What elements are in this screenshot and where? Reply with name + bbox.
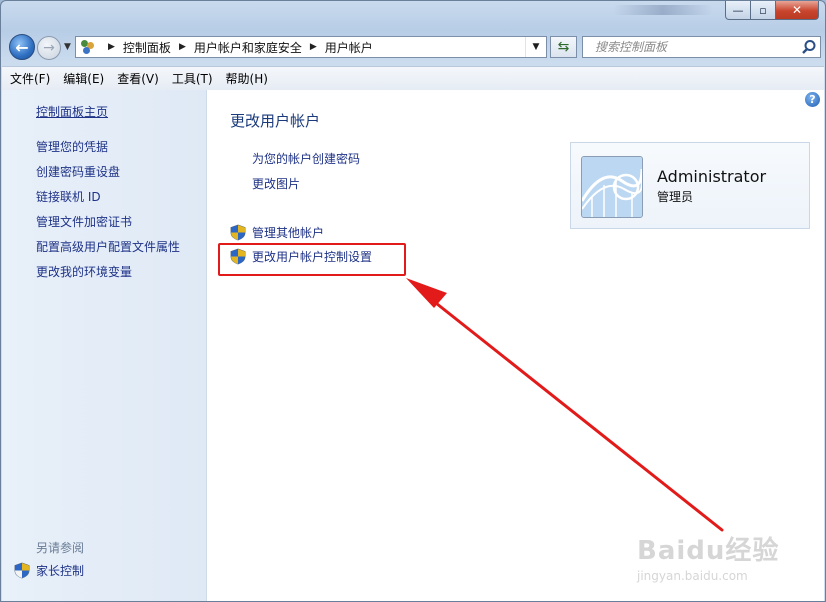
navigation-bar: ← → ▼ ▶ 控制面板 ▶ 用户帐户和家庭安全 ▶ 用户帐户 ▼ ⇆ xyxy=(7,33,821,61)
rollercoaster-picture-icon xyxy=(582,157,642,217)
forward-button[interactable]: → xyxy=(37,36,61,60)
breadcrumb-chevron-icon[interactable]: ▶ xyxy=(179,42,186,52)
user-avatar[interactable] xyxy=(581,156,643,218)
uac-shield-icon xyxy=(230,224,246,241)
baidu-watermark: Baidu经验 jingyan.baidu.com xyxy=(637,530,779,583)
control-panel-home-link[interactable]: 控制面板主页 xyxy=(36,103,108,120)
menu-view[interactable]: 查看(V) xyxy=(117,70,159,87)
parental-controls-label[interactable]: 家长控制 xyxy=(36,562,84,579)
minimize-button[interactable]: — xyxy=(725,1,751,20)
maximize-button[interactable]: ▫ xyxy=(751,1,776,20)
manage-encryption-certs-link[interactable]: 管理文件加密证书 xyxy=(36,213,132,230)
manage-other-accounts-link[interactable]: 管理其他帐户 xyxy=(230,224,324,241)
manage-credentials-link[interactable]: 管理您的凭据 xyxy=(36,138,108,155)
users-icon xyxy=(80,39,96,55)
create-reset-disk-link[interactable]: 创建密码重设盘 xyxy=(36,163,120,180)
breadcrumb-chevron-icon[interactable]: ▶ xyxy=(108,42,115,52)
help-icon[interactable]: ? xyxy=(805,92,820,107)
create-password-link[interactable]: 为您的帐户创建密码 xyxy=(252,150,360,167)
manage-other-accounts-label[interactable]: 管理其他帐户 xyxy=(252,224,324,241)
user-account-card: Administrator 管理员 xyxy=(570,142,810,229)
close-button[interactable]: ✕ xyxy=(776,1,819,20)
address-bar[interactable]: ▶ 控制面板 ▶ 用户帐户和家庭安全 ▶ 用户帐户 ▼ xyxy=(75,36,547,58)
search-icon[interactable] xyxy=(801,39,817,55)
breadcrumb-control-panel[interactable]: 控制面板 xyxy=(123,39,171,56)
breadcrumb-user-accounts[interactable]: 用户帐户 xyxy=(325,39,373,56)
parental-controls-link[interactable]: 家长控制 xyxy=(14,562,84,579)
title-blur xyxy=(613,5,713,15)
change-picture-link[interactable]: 更改图片 xyxy=(252,175,300,192)
breadcrumb-chevron-icon[interactable]: ▶ xyxy=(310,42,317,52)
uac-shield-icon xyxy=(14,562,30,579)
environment-variables-link[interactable]: 更改我的环境变量 xyxy=(36,263,132,280)
address-dropdown-icon[interactable]: ▼ xyxy=(525,37,546,57)
menu-help[interactable]: 帮助(H) xyxy=(226,70,268,87)
page-title: 更改用户帐户 xyxy=(230,112,321,130)
search-input[interactable] xyxy=(593,39,797,55)
explorer-window: — ▫ ✕ ← → ▼ ▶ 控制面板 ▶ 用户帐户和家庭安全 ▶ 用户帐户 ▼ … xyxy=(0,0,826,602)
task-pane: 控制面板主页 管理您的凭据 创建密码重设盘 链接联机 ID 管理文件加密证书 配… xyxy=(2,90,207,601)
refresh-button[interactable]: ⇆ xyxy=(550,36,577,58)
see-also-heading: 另请参阅 xyxy=(36,541,85,555)
link-online-id-link[interactable]: 链接联机 ID xyxy=(36,188,101,205)
breadcrumb-user-accounts-family[interactable]: 用户帐户和家庭安全 xyxy=(194,39,302,56)
user-role: 管理员 xyxy=(657,190,694,204)
recent-pages-dropdown-icon[interactable]: ▼ xyxy=(64,42,71,52)
menu-file[interactable]: 文件(F) xyxy=(10,70,50,87)
menu-bar: 文件(F) 编辑(E) 查看(V) 工具(T) 帮助(H) xyxy=(2,66,824,91)
main-content: ? 更改用户帐户 为您的帐户创建密码 更改图片 管理其他帐户 更改用户帐户控制设… xyxy=(207,90,824,601)
watermark-logo: Baidu经验 xyxy=(637,536,780,566)
menu-tools[interactable]: 工具(T) xyxy=(172,70,213,87)
caption-buttons: — ▫ ✕ xyxy=(725,1,819,21)
advanced-profile-properties-link[interactable]: 配置高级用户配置文件属性 xyxy=(36,238,180,255)
back-button[interactable]: ← xyxy=(9,34,35,60)
search-box[interactable] xyxy=(582,36,821,58)
watermark-url: jingyan.baidu.com xyxy=(637,569,748,583)
user-name: Administrator xyxy=(657,167,767,186)
highlight-box xyxy=(218,243,406,276)
menu-edit[interactable]: 编辑(E) xyxy=(63,70,104,87)
